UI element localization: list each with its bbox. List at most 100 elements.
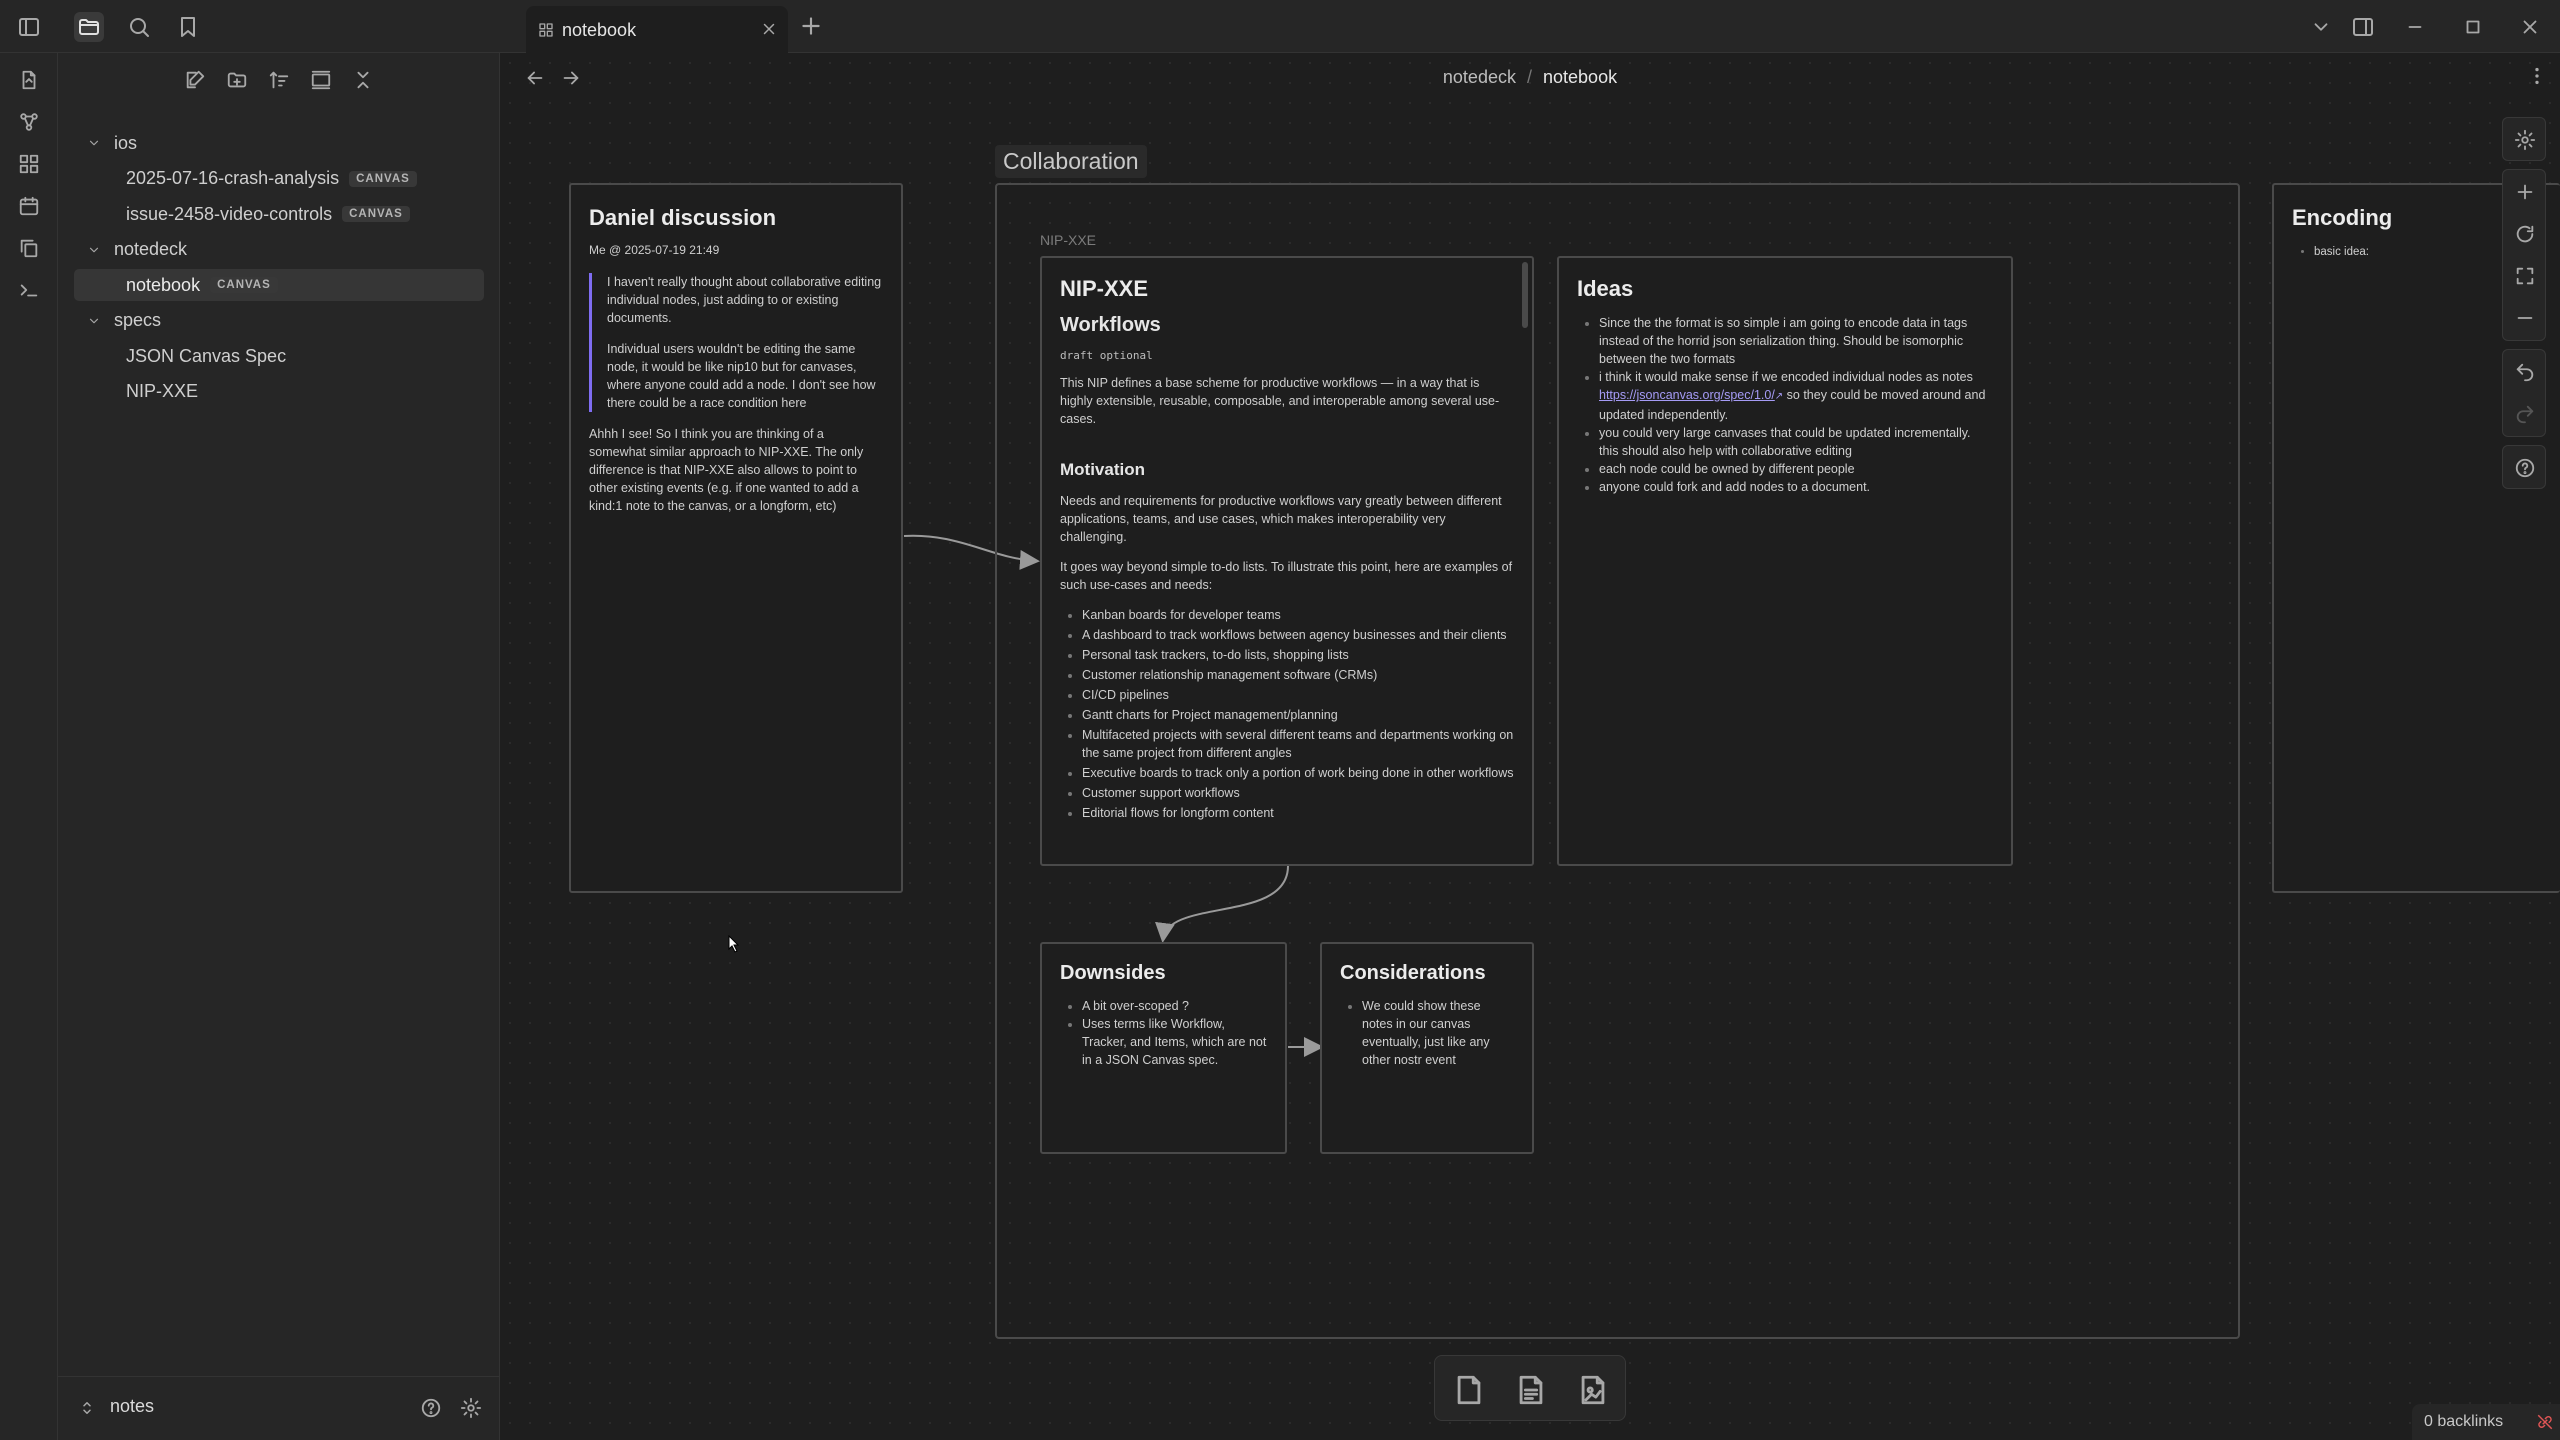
chevron-down-icon bbox=[89, 140, 99, 146]
help-icon[interactable] bbox=[420, 1397, 442, 1419]
toggle-sidebar-button[interactable] bbox=[14, 12, 44, 42]
canvas-icon bbox=[539, 23, 553, 37]
card-subtitle: Workflows bbox=[1060, 314, 1161, 336]
list-item: Uses terms like Workflow, Tracker, and I… bbox=[1082, 1015, 1267, 1069]
folder-item[interactable]: notedeck bbox=[74, 234, 484, 266]
intro-paragraph: This NIP defines a base scheme for produ… bbox=[1060, 376, 1500, 426]
file-item[interactable]: notebook CANVAS bbox=[74, 269, 484, 301]
zoom-to-fit-button[interactable] bbox=[2513, 264, 2537, 288]
vault-switcher[interactable]: notes bbox=[58, 1376, 500, 1440]
mouse-cursor-icon bbox=[728, 935, 740, 953]
toggle-right-sidebar-button[interactable] bbox=[2348, 12, 2378, 42]
zoom-in-button[interactable] bbox=[2513, 180, 2537, 204]
sort-button[interactable] bbox=[264, 65, 294, 95]
close-icon bbox=[2523, 20, 2537, 34]
undo-button[interactable] bbox=[2513, 360, 2537, 384]
maximize-icon bbox=[2516, 267, 2534, 285]
add-media-button[interactable] bbox=[1575, 1372, 1611, 1408]
ideas-list: Since the the format is so simple i am g… bbox=[1577, 314, 1993, 496]
file-item[interactable]: JSON Canvas Spec bbox=[74, 340, 484, 372]
canvas-help-button[interactable] bbox=[2513, 456, 2537, 480]
new-tab-icon[interactable] bbox=[798, 13, 824, 39]
file-label: notebook bbox=[126, 274, 201, 295]
group-label[interactable]: Collaboration bbox=[995, 145, 1147, 178]
tab-list-button[interactable] bbox=[2306, 12, 2336, 42]
settings-icon bbox=[2514, 129, 2536, 151]
plus-icon bbox=[2517, 184, 2533, 200]
help-box bbox=[2502, 445, 2546, 489]
close-tab-icon[interactable] bbox=[760, 20, 778, 38]
folder-label: ios bbox=[114, 132, 138, 153]
backlinks-status[interactable]: 0 backlinks bbox=[2412, 1404, 2560, 1440]
minimize-button[interactable] bbox=[2400, 12, 2430, 42]
reset-zoom-button[interactable] bbox=[2513, 222, 2537, 246]
list-item: A dashboard to track workflows between a… bbox=[1082, 626, 1514, 644]
tags-code: draft optional bbox=[1060, 349, 1153, 362]
sticky-note-icon bbox=[1457, 1375, 1481, 1405]
open-quick-switcher-button[interactable] bbox=[14, 65, 44, 95]
card-nip-xxe[interactable]: NIP-XXE Workflows draft optional This NI… bbox=[1040, 256, 1534, 866]
search-button[interactable] bbox=[124, 12, 154, 42]
layout-dashboard-icon bbox=[19, 154, 39, 174]
list-item: Executive boards to track only a portion… bbox=[1082, 764, 1514, 782]
card-considerations[interactable]: Considerations We could show these notes… bbox=[1320, 942, 1534, 1154]
daily-note-button[interactable] bbox=[14, 191, 44, 221]
list-item: Gantt charts for Project management/plan… bbox=[1082, 706, 1514, 724]
canvas-view[interactable]: notedeck / notebook Collaboration NIP-XX… bbox=[500, 53, 2560, 1440]
file-item[interactable]: 2025-07-16-crash-analysis CANVAS bbox=[74, 163, 484, 195]
settings-icon[interactable] bbox=[460, 1397, 482, 1419]
maximize-button[interactable] bbox=[2458, 12, 2488, 42]
bookmarks-button[interactable] bbox=[173, 12, 203, 42]
history-controls bbox=[2502, 349, 2546, 437]
maximize-icon bbox=[2466, 20, 2480, 34]
new-folder-button[interactable] bbox=[222, 65, 252, 95]
card-downsides[interactable]: Downsides A bit over-scoped ? Uses terms… bbox=[1040, 942, 1287, 1154]
close-window-button[interactable] bbox=[2515, 12, 2545, 42]
right-sidebar-icon bbox=[2353, 18, 2373, 36]
card-meta: Me @ 2025-07-19 21:49 bbox=[589, 243, 720, 257]
graph-view-button[interactable] bbox=[14, 107, 44, 137]
file-type-badge: CANVAS bbox=[349, 170, 417, 187]
file-item[interactable]: issue-2458-video-controls CANVAS bbox=[74, 198, 484, 230]
file-text-icon bbox=[1519, 1375, 1543, 1405]
add-card-button[interactable] bbox=[1451, 1372, 1487, 1408]
folder-item[interactable]: ios bbox=[74, 127, 484, 159]
list-item-text: i think it would make sense if we encode… bbox=[1599, 370, 1973, 384]
redo-button[interactable] bbox=[2513, 402, 2537, 426]
file-type-badge: CANVAS bbox=[210, 277, 278, 293]
list-item: i think it would make sense if we encode… bbox=[1599, 368, 1993, 424]
title-bar: notebook bbox=[0, 0, 2560, 53]
file-explorer-button[interactable] bbox=[74, 12, 104, 42]
add-note-button[interactable] bbox=[1513, 1372, 1549, 1408]
zoom-out-button[interactable] bbox=[2513, 306, 2537, 330]
file-label: NIP-XXE bbox=[126, 381, 199, 401]
scrollbar-thumb[interactable] bbox=[1522, 262, 1528, 328]
folder-plus-icon bbox=[227, 72, 247, 88]
list-item: Kanban boards for developer teams bbox=[1082, 606, 1514, 624]
file-type-badge: CANVAS bbox=[342, 206, 410, 222]
quote-paragraph: I haven't really thought about collabora… bbox=[607, 275, 882, 325]
collapse-all-button[interactable] bbox=[348, 65, 378, 95]
list-item: Editorial flows for longform content bbox=[1082, 804, 1514, 822]
terminal-icon bbox=[20, 284, 38, 297]
canvas-settings-button[interactable] bbox=[2513, 128, 2537, 152]
templates-button[interactable] bbox=[14, 233, 44, 263]
list-item: each node could be owned by different pe… bbox=[1599, 460, 1993, 478]
blockquote: I haven't really thought about collabora… bbox=[589, 273, 883, 412]
canvas-button[interactable] bbox=[14, 149, 44, 179]
command-palette-button[interactable] bbox=[14, 275, 44, 305]
external-link[interactable]: https://jsoncanvas.org/spec/1.0/ bbox=[1599, 388, 1775, 402]
list-item: CI/CD pipelines bbox=[1082, 686, 1514, 704]
quote-paragraph: Individual users wouldn't be editing the… bbox=[607, 342, 876, 410]
chevron-down-icon bbox=[89, 247, 99, 252]
card-daniel-discussion[interactable]: Daniel discussion Me @ 2025-07-19 21:49 … bbox=[569, 183, 903, 893]
auto-reveal-button[interactable] bbox=[306, 65, 336, 95]
card-ideas[interactable]: Ideas Since the the format is so simple … bbox=[1557, 256, 2013, 866]
file-item[interactable]: NIP-XXE bbox=[74, 376, 484, 408]
folder-item[interactable]: specs bbox=[74, 305, 484, 337]
file-label: 2025-07-16-crash-analysis bbox=[126, 168, 340, 188]
new-note-button[interactable] bbox=[180, 65, 210, 95]
use-case-list: Kanban boards for developer teams A dashb… bbox=[1060, 606, 1514, 822]
file-label: JSON Canvas Spec bbox=[126, 345, 287, 366]
tab-notebook[interactable]: notebook bbox=[526, 6, 788, 53]
